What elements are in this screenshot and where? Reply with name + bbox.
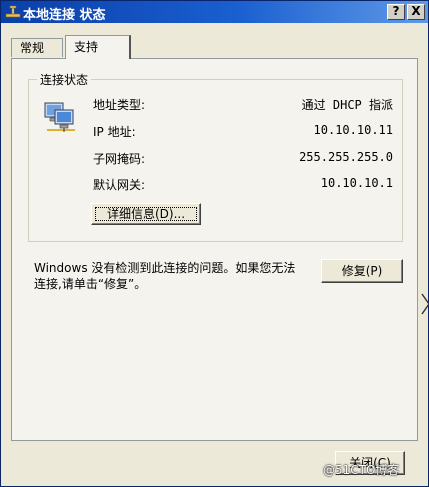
default-gateway-value: 10.10.10.1 <box>320 176 393 190</box>
subnet-mask-label: 子网掩码: <box>93 152 146 166</box>
subnet-mask-row: 子网掩码: 255.255.255.0 <box>93 150 393 166</box>
title-bar[interactable]: 本地连接 状态 ? X <box>1 1 428 23</box>
watermark: @51CTO博客 <box>323 463 400 477</box>
default-gateway-label: 默认网关: <box>93 178 146 192</box>
group-label: 连接状态 <box>37 71 92 88</box>
window-title: 本地连接 状态 <box>23 8 106 23</box>
address-type-row: 地址类型: 通过 DHCP 指派 <box>93 96 393 112</box>
address-type-label: 地址类型: <box>93 98 146 112</box>
default-gateway-row: 默认网关: 10.10.10.1 <box>93 176 393 192</box>
repair-button[interactable]: 修复(P) <box>321 259 403 283</box>
ip-address-label: IP 地址: <box>93 125 136 139</box>
ip-address-row: IP 地址: 10.10.10.11 <box>93 123 393 139</box>
address-type-value: 通过 DHCP 指派 <box>301 98 393 112</box>
close-window-button[interactable]: X <box>407 4 425 20</box>
tab-support[interactable]: 支持 <box>65 35 131 59</box>
network-connection-icon <box>5 5 21 18</box>
details-button[interactable]: 详细信息(D)... <box>91 203 201 225</box>
network-connection-icon <box>44 102 75 132</box>
resize-cursor-icon <box>421 293 429 315</box>
subnet-mask-value: 255.255.255.0 <box>299 150 393 164</box>
status-dialog: 本地连接 状态 ? X 常规 支持 连接状态 地址类型: 通过 DHCP 指派 <box>0 0 429 487</box>
connection-status-group: 连接状态 地址类型: 通过 DHCP 指派 IP 地址: 10.10.10.11 <box>28 71 403 242</box>
support-tab-panel: 连接状态 地址类型: 通过 DHCP 指派 IP 地址: 10.10.10.11 <box>11 58 418 441</box>
repair-message: Windows 没有检测到此连接的问题。如果您无法连接,请单击“修复”。 <box>34 261 296 291</box>
help-button[interactable]: ? <box>387 4 405 20</box>
tab-general[interactable]: 常规 <box>11 38 63 57</box>
ip-address-value: 10.10.10.11 <box>313 123 393 137</box>
focus-rectangle <box>95 207 197 221</box>
